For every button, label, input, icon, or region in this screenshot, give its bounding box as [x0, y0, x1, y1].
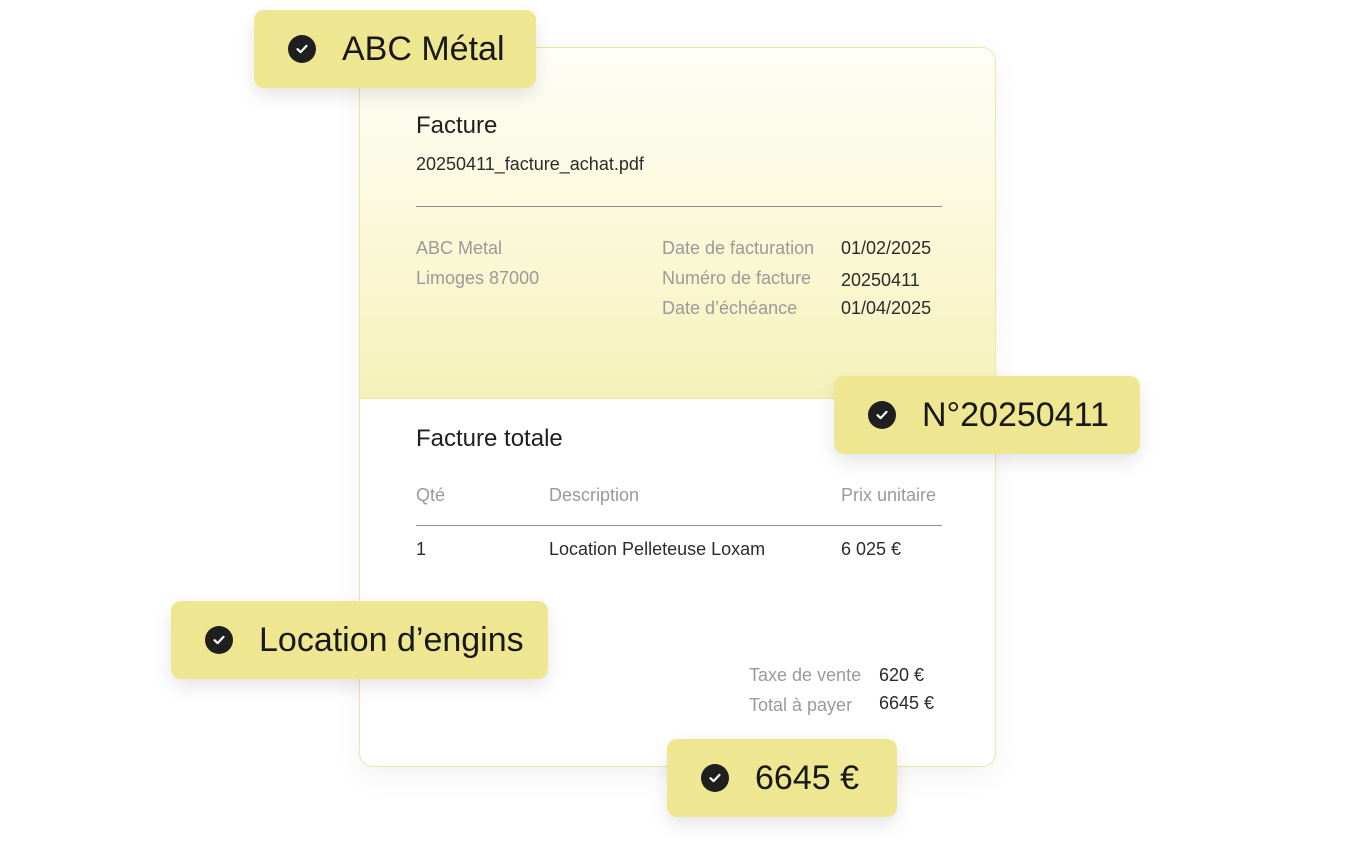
due-date-value: 01/04/2025 [841, 298, 932, 318]
check-circle-icon [701, 764, 729, 792]
total-due-value: 6645 € [879, 693, 935, 713]
sales-tax-label: Taxe de vente [749, 665, 862, 685]
total-section-title: Facture totale [416, 425, 563, 452]
tag-amount: 6645 € [667, 739, 897, 817]
invoice-filename: 20250411_facture_achat.pdf [416, 154, 644, 174]
table-row-quantity: 1 [416, 539, 427, 559]
tag-invoice-number: N°20250411 [834, 376, 1140, 454]
tag-category: Location d’engins [171, 601, 548, 679]
table-row-unit-price: 6 025 € [841, 539, 902, 559]
due-date-label: Date d’échéance [662, 298, 798, 318]
total-due-label: Total à payer [749, 695, 853, 715]
table-header-divider [416, 525, 942, 526]
sales-tax-value: 620 € [879, 665, 925, 685]
table-header-description: Description [549, 485, 640, 505]
tag-amount-label: 6645 € [755, 759, 859, 797]
table-header-quantity: Qté [416, 485, 446, 505]
table-row-description: Location Pelleteuse Loxam [549, 539, 766, 559]
tag-category-label: Location d’engins [259, 621, 524, 659]
check-circle-icon [288, 35, 316, 63]
check-circle-icon [868, 401, 896, 429]
invoice-title: Facture [416, 112, 498, 139]
vendor-address: Limoges 87000 [416, 268, 540, 288]
invoice-date-label: Date de facturation [662, 238, 815, 258]
invoice-date-value: 01/02/2025 [841, 238, 932, 258]
header-divider [416, 206, 942, 207]
check-circle-icon [205, 626, 233, 654]
invoice-number-label: Numéro de facture [662, 268, 812, 288]
invoice-card-header-area [360, 48, 995, 399]
invoice-extraction-illustration: Facture 20250411_facture_achat.pdf ABC M… [0, 0, 1346, 849]
vendor-name: ABC Metal [416, 238, 503, 258]
tag-supplier: ABC Métal [254, 10, 536, 88]
invoice-number-value: 20250411 [841, 270, 920, 290]
tag-invoice-number-label: N°20250411 [922, 396, 1109, 434]
tag-supplier-label: ABC Métal [342, 30, 505, 68]
table-header-unit-price: Prix unitaire [841, 485, 937, 505]
